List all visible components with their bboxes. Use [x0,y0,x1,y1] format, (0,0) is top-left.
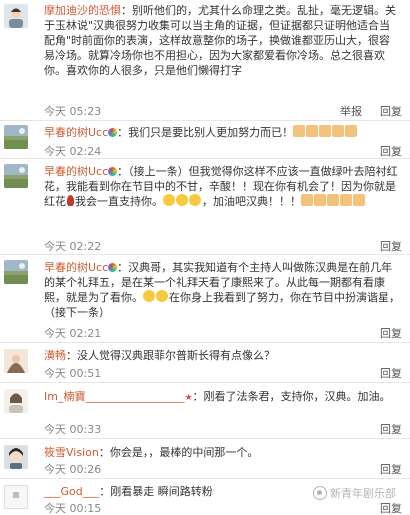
comment-text: 摩加迪沙的恐惧：别听他们的，尤其什么命理之类。乱扯，毫无逻辑。关于玉林说"汉典很… [44,3,400,78]
reply-button[interactable]: 回复 [380,327,402,340]
watermark: 新青年剧乐部 [313,485,396,501]
commenter-name[interactable]: Im_楠寶 [44,390,85,403]
comment-content: ：你会是，，最棒的中间那一个。 [98,446,259,459]
comment-time: 今天 00:26 [44,463,102,476]
avatar[interactable] [4,4,28,28]
reply-button[interactable]: 回复 [380,502,402,515]
avatar[interactable] [4,445,28,469]
commenter-name-suffix: __________________ [85,390,185,403]
comment-time: 今天 05:23 [44,105,102,118]
comment-item: 摩加迪沙的恐惧：别听他们的，尤其什么命理之类。乱扯，毫无逻辑。关于玉林说"汉典很… [0,0,410,121]
smile-icon [163,194,202,208]
comment-text: 早春的树Ucc ：（接上一条）但我觉得你这样不应该一直做绿叶去陪衬红花，我能看到你… [44,164,400,209]
commenter-name[interactable]: 筱雪Vision [44,446,99,459]
rainbow-badge-icon [108,167,118,176]
comment-item: 早春的树Ucc ：我们只是要比别人更加努力而已！ 今天 02:24 回复 [0,121,410,159]
commenter-name[interactable]: 潢畅 [44,349,66,362]
comment-text: Im_楠寶__________________★：刚看了法条君，支持你，汉典。加… [44,389,400,406]
comment-item: 筱雪Vision：你会是，，最棒的中间那一个。 今天 00:26 回复 [0,439,410,479]
comment-text: 早春的树Ucc ：汉典哥，其实我知道有个主持人叫做陈汉典是在前几年的某个礼拜五，是… [44,260,400,320]
thumbs-up-icon [301,194,366,208]
star-icon: ★ [184,393,193,403]
reply-button[interactable]: 回复 [380,463,402,476]
comment-time: 今天 02:22 [44,240,102,253]
commenter-name[interactable]: 摩加迪沙的恐惧 [44,4,121,17]
comment-content: ：刚看了法条君，支持你，汉典。加油。 [192,390,391,403]
watermark-text: 新青年剧乐部 [330,487,396,500]
comment-text: 潢畅：没人觉得汉典跟菲尔普斯长得有点像么？ [44,348,400,363]
rose-icon [67,195,74,206]
comment-time: 今天 02:24 [44,145,102,158]
smile-icon [143,290,169,304]
comment-content: ：刚看暴走 瞬间路转粉 [99,485,213,498]
avatar[interactable] [4,349,28,373]
comment-content: ：没人觉得汉典跟菲尔普斯长得有点像么？ [66,349,275,362]
avatar[interactable] [4,260,28,284]
report-button[interactable]: 举报 [340,105,362,118]
camera-icon [313,486,327,500]
rainbow-badge-icon [108,263,118,272]
commenter-name[interactable]: 早春的树Ucc [44,126,108,139]
comment-text: 早春的树Ucc ：我们只是要比别人更加努力而已！ [44,125,400,140]
comment-item: 潢畅：没人觉得汉典跟菲尔普斯长得有点像么？ 今天 00:51 回复 [0,343,410,383]
comment-time: 今天 00:33 [44,423,102,436]
rainbow-badge-icon [108,128,118,137]
reply-button[interactable]: 回复 [380,105,402,118]
comment-text: 筱雪Vision：你会是，，最棒的中间那一个。 [44,445,400,460]
thumbs-up-icon [293,125,358,139]
comment-content-3: ，加油吧汉典！！！ [202,195,301,208]
avatar[interactable] [4,389,28,413]
comment-time: 今天 00:15 [44,502,102,515]
commenter-name[interactable]: 早春的树Ucc [44,261,108,274]
comment-content: ：我们只是要比别人更加努力而已！ [117,126,294,139]
commenter-name[interactable]: 早春的树Ucc [44,165,108,178]
comment-item: 早春的树Ucc ：汉典哥，其实我知道有个主持人叫做陈汉典是在前几年的某个礼拜五，是… [0,255,410,343]
avatar[interactable] [4,485,28,509]
reply-button[interactable]: 回复 [380,367,402,380]
reply-button[interactable]: 回复 [380,423,402,436]
commenter-name[interactable]: ___God___ [44,485,99,498]
reply-button[interactable]: 回复 [380,240,402,253]
comment-time: 今天 02:21 [44,327,102,340]
comment-item: 早春的树Ucc ：（接上一条）但我觉得你这样不应该一直做绿叶去陪衬红花，我能看到你… [0,159,410,255]
comment-item: Im_楠寶__________________★：刚看了法条君，支持你，汉典。加… [0,383,410,439]
reply-button[interactable]: 回复 [380,145,402,158]
comment-content-2: 我会一直支持你。 [75,195,163,208]
avatar[interactable] [4,125,28,149]
comment-time: 今天 00:51 [44,367,102,380]
avatar[interactable] [4,164,28,188]
